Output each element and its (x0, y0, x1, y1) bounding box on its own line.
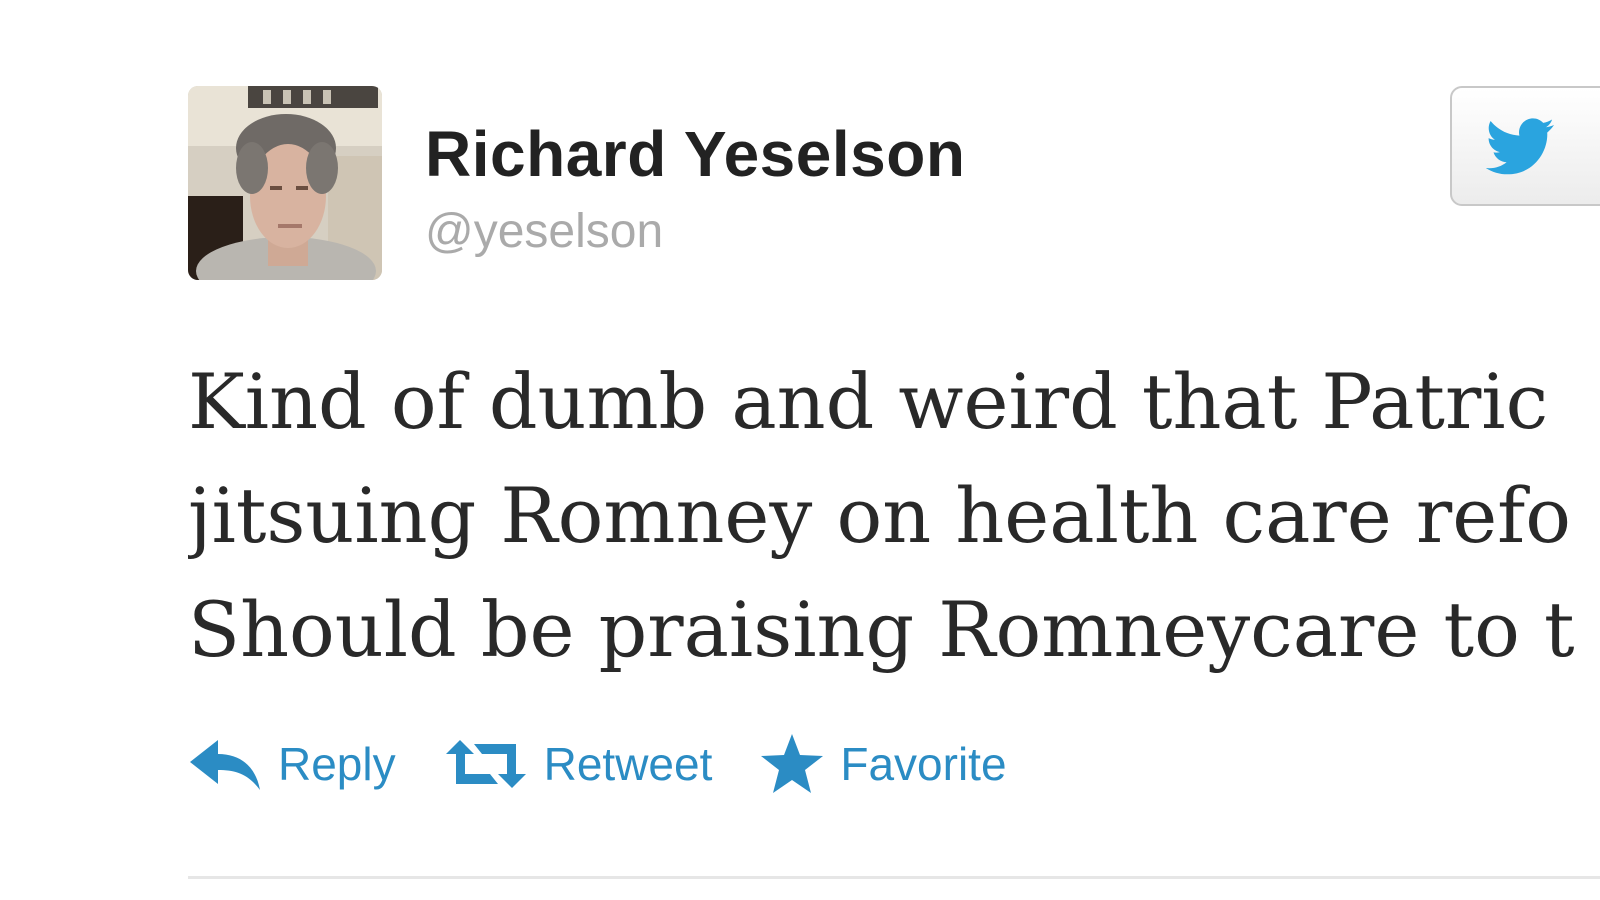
divider (188, 876, 1600, 879)
favorite-label: Favorite (840, 738, 1007, 790)
tweet-text-line: Kind of dumb and weird that Patric (188, 357, 1549, 446)
star-icon (761, 734, 824, 793)
retweet-button[interactable]: Retweet (444, 736, 713, 792)
author-display-name[interactable]: Richard Yeselson (425, 114, 965, 194)
retweet-icon (445, 740, 526, 788)
avatar[interactable] (188, 86, 382, 280)
tweet-text-line: jitsuing Romney on health care refo (188, 471, 1572, 560)
author-screen-name[interactable]: @yeselson (425, 200, 663, 264)
favorite-button[interactable]: Favorite (760, 733, 1007, 795)
reply-button[interactable]: Reply (188, 736, 396, 792)
tweet-text: Kind of dumb and weird that Patric jitsu… (188, 345, 1600, 687)
twitter-bird-icon (1486, 118, 1554, 175)
tweet-actions: Reply Retweet Favorite (188, 728, 1055, 800)
tweet-card: Richard Yeselson @yeselson Kind of dumb … (0, 0, 1600, 900)
retweet-label: Retweet (543, 738, 713, 790)
reply-arrow-icon (190, 740, 260, 790)
avatar-photo (188, 86, 382, 280)
reply-label: Reply (278, 738, 396, 790)
tweet-text-line: Should be praising Romneycare to t (188, 585, 1575, 674)
follow-button[interactable] (1450, 86, 1600, 206)
